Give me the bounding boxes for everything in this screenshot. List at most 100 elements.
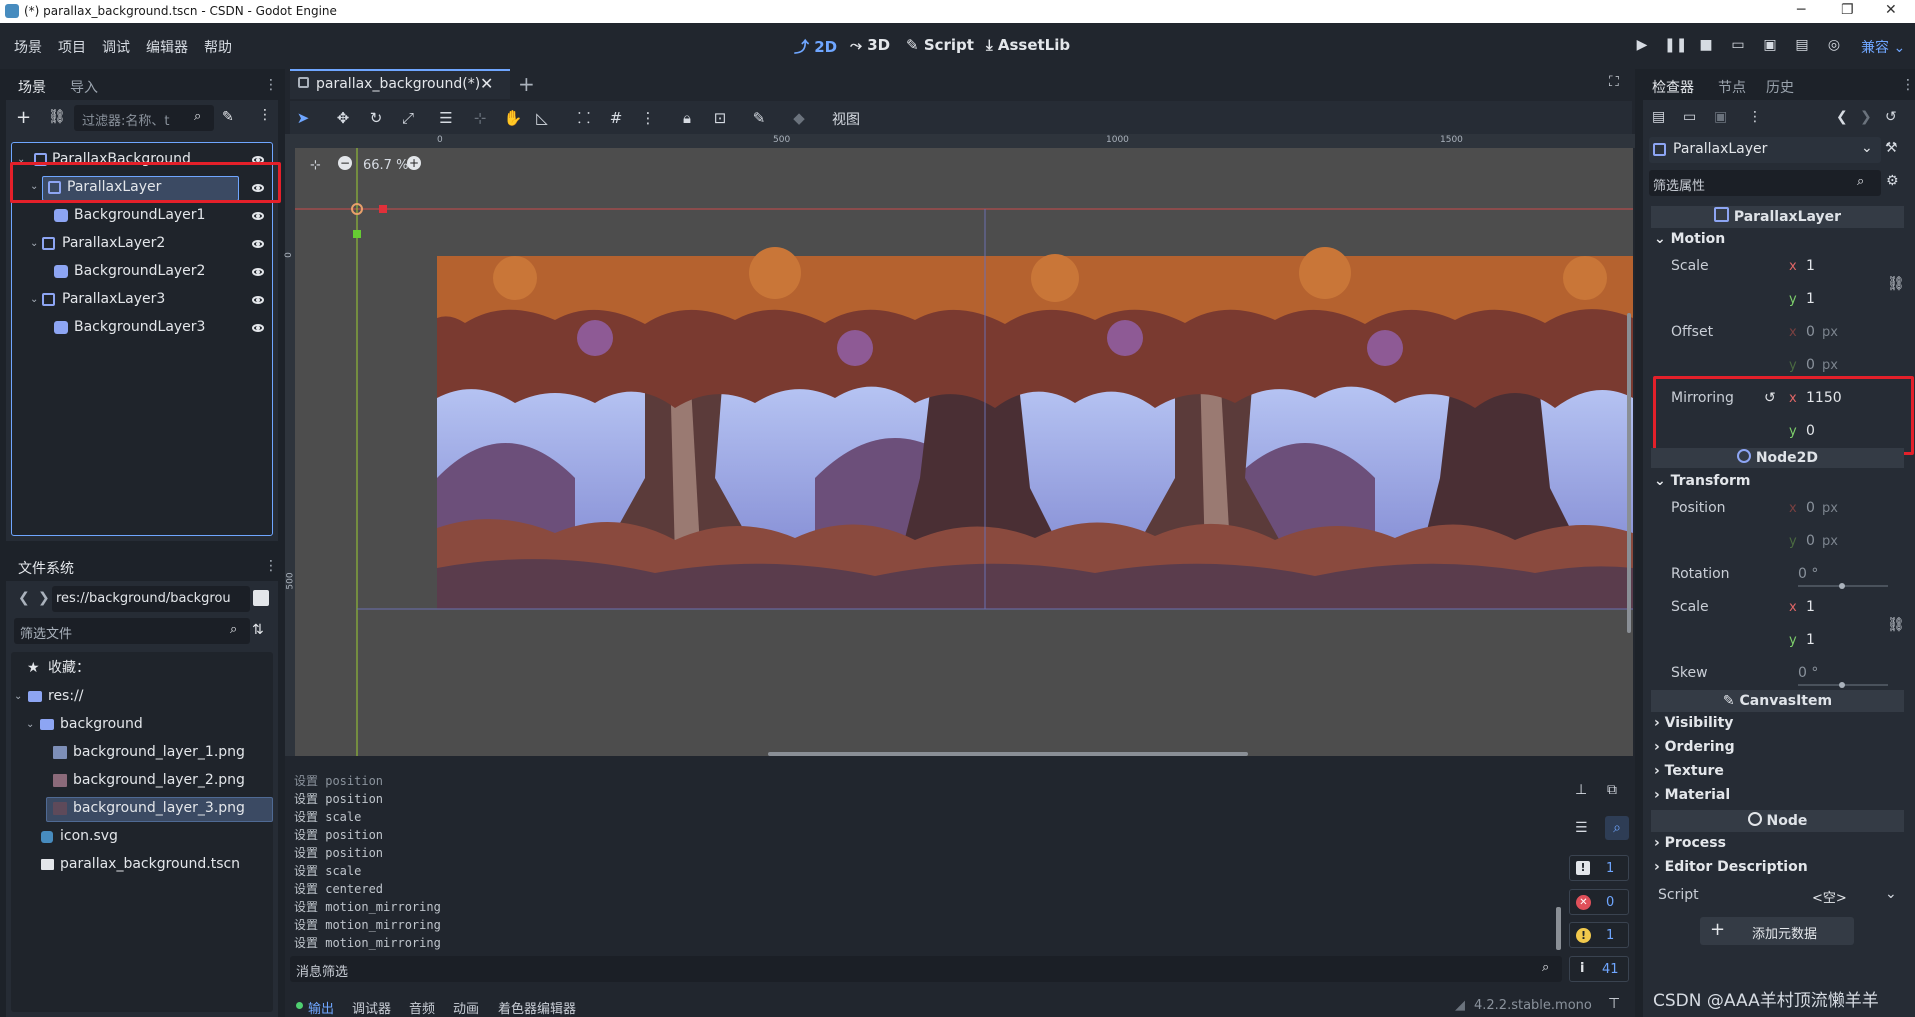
back-icon[interactable]: ❮ (18, 590, 30, 606)
rotate-mode-icon[interactable]: ↻ (366, 108, 386, 128)
view-menu[interactable]: 视图 (832, 109, 860, 129)
camera-override-icon[interactable]: ◆ (789, 108, 809, 128)
pause-icon[interactable]: ❚❚ (1664, 35, 1687, 55)
visibility-eye-icon[interactable] (252, 296, 264, 304)
group-visibility[interactable]: › Visibility (1654, 715, 1733, 731)
select-mode-icon[interactable]: ➤ (293, 108, 313, 128)
horizontal-scrollbar[interactable] (768, 752, 1248, 756)
file-item-favorites[interactable]: ★ 收藏： (11, 657, 271, 680)
scale-y-field[interactable]: 1 (1806, 291, 1815, 307)
tree-item-parallaxlayer3[interactable]: ⌄ ParallaxLayer3 (12, 288, 272, 311)
group-editor-description[interactable]: › Editor Description (1654, 859, 1808, 875)
history-forward-icon[interactable]: ❯ (1860, 109, 1872, 125)
tree-item-parallaxlayer2[interactable]: ⌄ ParallaxLayer2 (12, 232, 272, 255)
file-item-tscn[interactable]: parallax_background.tscn (11, 853, 271, 876)
message-count-toggle[interactable]: ! 1 (1569, 855, 1629, 881)
skew-slider[interactable] (1798, 682, 1888, 688)
grid-snap-icon[interactable]: # (606, 108, 626, 128)
error-count-toggle[interactable]: ✕ 0 (1569, 889, 1629, 915)
pan-mode-icon[interactable]: ✋ (503, 108, 523, 128)
group-icon[interactable]: ⊡ (710, 108, 730, 128)
add-metadata-button[interactable]: + 添加元数据 (1700, 917, 1854, 945)
file-item-bg1[interactable]: background_layer_1.png (11, 741, 271, 764)
close-window-button[interactable]: ✕ (1885, 2, 1897, 18)
dock-menu-icon[interactable]: ⋮ (1901, 77, 1915, 93)
tree-item-backgroundlayer3[interactable]: BackgroundLayer3 (12, 316, 272, 339)
chevron-down-icon[interactable]: ⌄ (30, 232, 38, 255)
tree-item-backgroundlayer1[interactable]: BackgroundLayer1 (12, 204, 272, 227)
search-toggle-icon[interactable]: ⌕ (1605, 816, 1629, 840)
resource-menu-icon[interactable]: ⋮ (1748, 109, 1762, 125)
menu-debug[interactable]: 调试 (102, 37, 130, 57)
visibility-eye-icon[interactable] (252, 240, 264, 248)
attach-script-icon[interactable]: ✎ (222, 109, 234, 125)
file-item-bg2[interactable]: background_layer_2.png (11, 769, 271, 792)
copy-log-icon[interactable]: ⧉ (1607, 782, 1617, 798)
vertical-scrollbar[interactable] (1627, 313, 1631, 633)
position-x-field[interactable]: 0 (1806, 500, 1815, 516)
info-count-toggle[interactable]: i 41 (1569, 956, 1629, 982)
object-properties-icon[interactable]: ⚒ (1885, 140, 1898, 156)
path-field[interactable]: res://background/backgrou (52, 586, 250, 612)
fullscreen-icon[interactable]: ⛶ (1609, 74, 1619, 90)
center-view-icon[interactable]: ⊹ (310, 158, 321, 173)
menu-scene[interactable]: 场景 (14, 37, 42, 57)
group-process[interactable]: › Process (1654, 835, 1726, 851)
close-tab-icon[interactable]: ✕ (480, 74, 493, 93)
scale-x-field[interactable]: 1 (1806, 258, 1815, 274)
file-item-res[interactable]: ⌄ res:// (11, 685, 271, 708)
transform-scale-x-field[interactable]: 1 (1806, 599, 1815, 615)
tab-node[interactable]: 节点 (1718, 77, 1746, 97)
file-item-background-folder[interactable]: ⌄ background (11, 713, 271, 736)
chevron-down-icon[interactable]: ⌄ (30, 288, 38, 311)
transform-scale-y-field[interactable]: 1 (1806, 632, 1815, 648)
bottom-tab-audio[interactable]: 音频 (409, 998, 435, 1017)
zoom-in-icon[interactable]: + (407, 156, 421, 170)
visibility-eye-icon[interactable] (252, 324, 264, 332)
position-y-field[interactable]: 0 (1806, 533, 1815, 549)
link-icon[interactable]: ⛓ (48, 109, 66, 125)
forward-icon[interactable]: ❯ (38, 590, 50, 606)
visibility-eye-icon[interactable] (252, 212, 264, 220)
offset-x-field[interactable]: 0 (1806, 324, 1815, 340)
toggle-split-icon[interactable] (253, 590, 269, 606)
file-item-bg3[interactable]: background_layer_3.png (46, 797, 273, 822)
scene-tab[interactable]: parallax_background(*) ✕ (290, 69, 510, 99)
menu-help[interactable]: 帮助 (204, 37, 232, 57)
workspace-3d-button[interactable]: ⤳ 3D (850, 36, 890, 54)
visibility-eye-icon[interactable] (252, 268, 264, 276)
group-material[interactable]: › Material (1654, 787, 1730, 803)
bottom-tab-debugger[interactable]: 调试器 (352, 998, 391, 1017)
history-icon[interactable]: ↺ (1885, 109, 1897, 125)
log-scrollbar[interactable] (1556, 907, 1561, 950)
skeleton-icon[interactable]: ✎ (749, 108, 769, 128)
bottom-panel-toggle-icon[interactable]: ⊤ (1608, 996, 1620, 1012)
play-custom-scene-icon[interactable]: ▤ (1792, 35, 1812, 55)
new-resource-icon[interactable]: ▤ (1652, 109, 1665, 125)
play-scene-icon[interactable]: ▣ (1760, 35, 1780, 55)
snap-options-icon[interactable]: ⋮ (638, 108, 658, 128)
skew-field[interactable]: 0 ° (1798, 665, 1818, 681)
save-resource-icon[interactable]: ▣ (1714, 109, 1727, 125)
zoom-out-icon[interactable]: − (338, 156, 352, 170)
workspace-assetlib-button[interactable]: ⤓ AssetLib (986, 36, 1070, 54)
rotation-field[interactable]: 0 ° (1798, 566, 1818, 582)
link-scale-icon[interactable]: ⛓ (1887, 617, 1905, 633)
ruler-mode-icon[interactable]: ◺ (532, 108, 552, 128)
tab-scene[interactable]: 场景 (18, 77, 46, 97)
add-tab-icon[interactable]: + (518, 72, 535, 96)
warning-count-toggle[interactable]: ! 1 (1569, 922, 1629, 948)
rotation-slider[interactable] (1798, 583, 1888, 589)
bottom-tab-animation[interactable]: 动画 (453, 998, 479, 1017)
movie-maker-icon[interactable]: ◎ (1824, 35, 1844, 55)
slider-handle[interactable] (1839, 682, 1845, 688)
file-filter-input[interactable]: 筛选文件 ⌕ (14, 618, 250, 644)
property-options-icon[interactable]: ⚙ (1886, 173, 1899, 189)
scene-menu-icon[interactable]: ⋮ (258, 107, 272, 123)
slider-handle[interactable] (1839, 583, 1845, 589)
chevron-down-icon[interactable]: ⌄ (14, 685, 22, 708)
menu-editor[interactable]: 编辑器 (146, 37, 188, 57)
workspace-2d-button[interactable]: ⤴ 2D (794, 36, 837, 57)
clear-log-icon[interactable]: ⊥ (1575, 782, 1587, 798)
stop-icon[interactable]: ■ (1696, 35, 1716, 55)
